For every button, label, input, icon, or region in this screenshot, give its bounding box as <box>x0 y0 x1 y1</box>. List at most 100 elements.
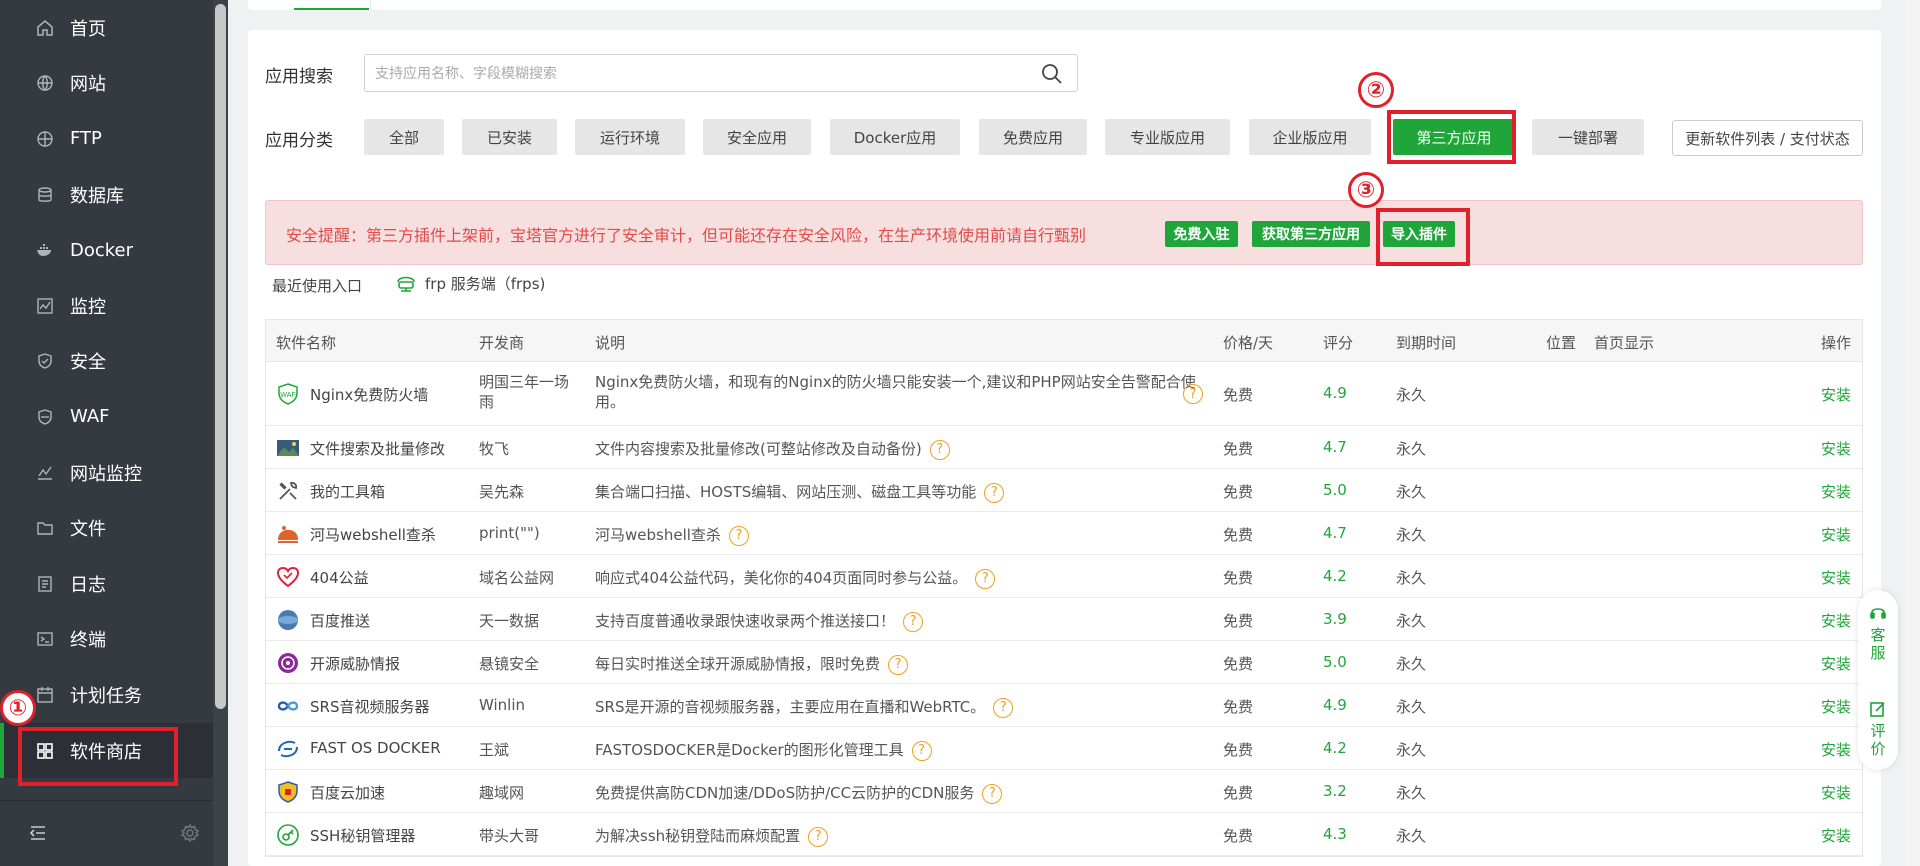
sidebar-item-ftp[interactable]: FTP <box>0 111 213 167</box>
header-expire[interactable]: 到期时间 <box>1396 332 1456 353</box>
install-link[interactable]: 安装 <box>1821 739 1851 760</box>
expire-time: 永久 <box>1396 827 1427 845</box>
top-tabs-card <box>248 0 1881 10</box>
software-name: 百度云加速 <box>310 784 386 802</box>
expire-time: 永久 <box>1396 526 1427 544</box>
sidebar-item-label: 网站 <box>70 74 106 96</box>
category-installed-button[interactable]: 已安装 <box>462 119 557 155</box>
sidebar-item-label: 终端 <box>70 630 106 652</box>
price: 免费 <box>1223 784 1254 802</box>
sidebar-scrollbar[interactable] <box>213 0 228 866</box>
install-link[interactable]: 安装 <box>1821 825 1851 846</box>
install-link[interactable]: 安装 <box>1821 384 1851 405</box>
install-link[interactable]: 安装 <box>1821 524 1851 545</box>
help-icon[interactable]: ? <box>903 611 924 632</box>
help-icon[interactable]: ? <box>993 697 1014 718</box>
sidebar-item-terminal[interactable]: 终端 <box>0 612 213 668</box>
category-runtime-button[interactable]: 运行环境 <box>575 119 685 155</box>
help-icon[interactable]: ? <box>975 568 996 589</box>
developer: 带头大哥 <box>479 827 540 845</box>
sidebar-item-site-monitor[interactable]: 网站监控 <box>0 445 213 501</box>
sidebar-item-docker[interactable]: Docker <box>0 222 213 278</box>
description-text: 为解决ssh秘钥登陆而麻烦配置 <box>595 827 801 845</box>
sidebar-nav: 首页 网站 FTP 数据库 Docker 监控 安全 WAF 网站监控 文件 日… <box>0 0 213 779</box>
shield-icon <box>36 352 54 370</box>
install-link[interactable]: 安装 <box>1821 438 1851 459</box>
install-link[interactable]: 安装 <box>1821 610 1851 631</box>
description-text: 每日实时推送全球开源威胁情报，限时免费 <box>595 655 881 673</box>
sidebar-item-label: FTP <box>70 128 102 150</box>
sidebar-scrollbar-thumb[interactable] <box>215 4 226 709</box>
key-icon <box>276 823 300 847</box>
search-input[interactable] <box>365 55 1005 91</box>
price: 免费 <box>1223 483 1254 501</box>
description-text: FASTOSDOCKER是Docker的图形化管理工具 <box>595 741 904 759</box>
category-one-click-deploy-button[interactable]: 一键部署 <box>1532 119 1644 155</box>
page-scrollbar[interactable] <box>1906 0 1920 866</box>
sidebar-item-website[interactable]: 网站 <box>0 56 213 112</box>
install-link[interactable]: 安装 <box>1821 567 1851 588</box>
header-score[interactable]: 评分 <box>1323 332 1353 353</box>
install-link[interactable]: 安装 <box>1821 653 1851 674</box>
frp-server-icon <box>395 272 417 294</box>
description: 河马webshell查杀? <box>595 524 749 546</box>
header-name[interactable]: 软件名称 <box>276 332 336 353</box>
help-icon[interactable]: ? <box>984 482 1005 503</box>
software-name: 我的工具箱 <box>310 483 386 501</box>
sidebar-item-files[interactable]: 文件 <box>0 500 213 556</box>
search-icon[interactable] <box>1041 63 1063 85</box>
cloud-shield-icon <box>276 780 300 804</box>
category-security-button[interactable]: 安全应用 <box>703 119 811 155</box>
terminal-icon <box>36 630 54 648</box>
price: 免费 <box>1223 698 1254 716</box>
help-icon[interactable]: ? <box>911 740 932 761</box>
gear-icon[interactable] <box>180 823 200 843</box>
category-docker-button[interactable]: Docker应用 <box>830 119 960 155</box>
developer: 悬镜安全 <box>479 655 540 673</box>
table-row: 百度推送 天一数据 支持百度普通收录跟快速收录两个推送接口！? 免费 3.9 永… <box>266 598 1862 641</box>
help-icon[interactable]: ? <box>808 826 829 847</box>
tools-icon <box>276 479 300 503</box>
sidebar-item-label: WAF <box>70 406 110 428</box>
help-icon[interactable]: ? <box>728 525 749 546</box>
expire-time: 永久 <box>1396 612 1427 630</box>
customer-service-label: 客服 <box>1870 626 1886 662</box>
description-text: SRS是开源的音视频服务器，主要应用在直播和WebRTC。 <box>595 698 986 716</box>
sidebar-item-security[interactable]: 安全 <box>0 334 213 390</box>
sidebar-item-logs[interactable]: 日志 <box>0 556 213 612</box>
install-link[interactable]: 安装 <box>1821 696 1851 717</box>
help-icon[interactable]: ? <box>929 439 950 460</box>
description: 为解决ssh秘钥登陆而麻烦配置? <box>595 825 829 847</box>
annotation-marker-2: ② <box>1358 72 1394 108</box>
sidebar-item-home[interactable]: 首页 <box>0 0 213 56</box>
category-free-button[interactable]: 免费应用 <box>979 119 1087 155</box>
recent-entry-frps[interactable]: frp 服务端（frps) <box>395 272 545 294</box>
search-field[interactable] <box>364 54 1078 92</box>
free-settle-button[interactable]: 免费入驻 <box>1165 221 1238 247</box>
header-price[interactable]: 价格/天 <box>1223 332 1273 353</box>
review-button[interactable]: 评价 <box>1858 700 1898 758</box>
category-enterprise-button[interactable]: 企业版应用 <box>1249 119 1371 155</box>
sidebar-item-label: 安全 <box>70 352 106 374</box>
help-icon[interactable]: ? <box>1183 384 1203 404</box>
help-icon[interactable]: ? <box>888 654 909 675</box>
folder-icon <box>36 519 54 537</box>
software-name: 河马webshell查杀 <box>310 526 436 544</box>
install-link[interactable]: 安装 <box>1821 782 1851 803</box>
sidebar-item-database[interactable]: 数据库 <box>0 167 213 223</box>
sidebar-item-monitor[interactable]: 监控 <box>0 278 213 334</box>
software-name: SSH秘钥管理器 <box>310 827 416 845</box>
install-link[interactable]: 安装 <box>1821 481 1851 502</box>
price: 免费 <box>1223 612 1254 630</box>
sidebar-item-waf[interactable]: WAF <box>0 389 213 445</box>
get-third-party-app-button[interactable]: 获取第三方应用 <box>1252 221 1370 247</box>
customer-service-button[interactable]: 客服 <box>1858 604 1898 662</box>
update-software-list-button[interactable]: 更新软件列表 / 支付状态 <box>1672 120 1863 156</box>
category-pro-button[interactable]: 专业版应用 <box>1105 119 1230 155</box>
developer: 牧飞 <box>479 440 510 458</box>
category-all-button[interactable]: 全部 <box>364 119 444 155</box>
help-icon[interactable]: ? <box>982 783 1003 804</box>
collapse-menu-icon[interactable] <box>28 823 48 843</box>
software-name: FAST OS DOCKER <box>310 739 441 757</box>
description-text: 支持百度普通收录跟快速收录两个推送接口！ <box>595 612 896 630</box>
